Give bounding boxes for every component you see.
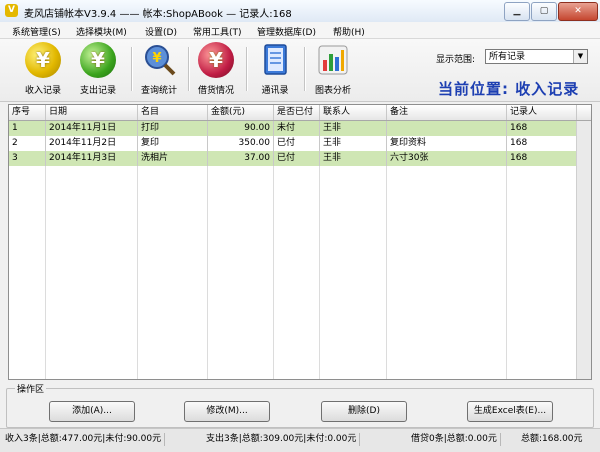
window-title: 麦风店铺帐本V3.9.4 —— 帐本:ShopABook — 记录人:168 bbox=[24, 9, 292, 20]
expense-record-button[interactable]: ¥ 支出记录 bbox=[71, 41, 125, 97]
status-bar: 收入3条|总额:477.00元|未付:90.00元 支出3条|总额:309.00… bbox=[0, 428, 600, 452]
cell-amount: 350.00 bbox=[208, 136, 274, 151]
operations-title: 操作区 bbox=[15, 382, 47, 395]
toolbar: ¥ 收入记录 ¥ 支出记录 ¥ 查询统计 ¥ 借货情况 通讯录 图表分析 显示范… bbox=[0, 39, 600, 102]
column-header[interactable]: 金额(元) bbox=[208, 105, 274, 120]
grid-line bbox=[506, 166, 507, 379]
bar-chart-icon bbox=[315, 42, 351, 78]
cell-index: 3 bbox=[9, 151, 46, 166]
column-header[interactable]: 备注 bbox=[387, 105, 507, 120]
cell-note: 六寸30张 bbox=[387, 151, 507, 166]
expense-record-label: 支出记录 bbox=[79, 86, 116, 96]
vertical-scrollbar[interactable] bbox=[576, 121, 591, 379]
title-bar: V 麦风店铺帐本V3.9.4 —— 帐本:ShopABook — 记录人:168… bbox=[0, 0, 600, 23]
column-header[interactable]: 序号 bbox=[9, 105, 46, 120]
cell-note: 复印资料 bbox=[387, 136, 507, 151]
chart-analysis-label: 图表分析 bbox=[314, 86, 351, 96]
cell-note bbox=[387, 121, 507, 136]
column-header[interactable]: 是否已付 bbox=[274, 105, 320, 120]
range-label: 显示范围: bbox=[436, 55, 476, 65]
minimize-button[interactable]: ▁ bbox=[504, 2, 530, 21]
chevron-down-icon[interactable]: ▼ bbox=[573, 50, 587, 63]
close-button[interactable]: ✕ bbox=[558, 2, 598, 21]
status-income: 收入3条|总额:477.00元|未付:90.00元 bbox=[5, 433, 166, 446]
income-record-button[interactable]: ¥ 收入记录 bbox=[16, 41, 70, 97]
cell-paid: 已付 bbox=[274, 151, 320, 166]
loan-status-button[interactable]: ¥ 借货情况 bbox=[189, 41, 243, 97]
yen-coin-green-icon: ¥ bbox=[80, 42, 116, 78]
cell-date: 2014年11月2日 bbox=[46, 136, 138, 151]
grid-line bbox=[45, 166, 46, 379]
table-row[interactable]: 1 2014年11月1日 打印 90.00 未付 王非 168 bbox=[9, 121, 591, 136]
magnifier-report-icon: ¥ bbox=[141, 42, 177, 78]
cell-paid: 未付 bbox=[274, 121, 320, 136]
cell-index: 1 bbox=[9, 121, 46, 136]
table-row[interactable]: 2 2014年11月2日 复印 350.00 已付 王非 复印资料 168 bbox=[9, 136, 591, 151]
cell-recorder: 168 bbox=[507, 121, 577, 136]
grid-line bbox=[137, 166, 138, 379]
menu-module[interactable]: 选择模块(M) bbox=[76, 25, 127, 38]
query-stats-button[interactable]: ¥ 查询统计 bbox=[132, 41, 186, 97]
cell-amount: 37.00 bbox=[208, 151, 274, 166]
column-header[interactable]: 日期 bbox=[46, 105, 138, 120]
cell-item: 洗相片 bbox=[138, 151, 208, 166]
add-button[interactable]: 添加(A)... bbox=[49, 401, 135, 422]
current-location: 当前位置: 收入记录 bbox=[438, 80, 580, 98]
svg-text:¥: ¥ bbox=[152, 51, 161, 66]
delete-button[interactable]: 删除(D) bbox=[321, 401, 407, 422]
grid-line bbox=[207, 166, 208, 379]
range-select[interactable]: 所有记录 ▼ bbox=[485, 49, 588, 64]
column-header[interactable]: 联系人 bbox=[320, 105, 387, 120]
app-logo-icon: V bbox=[5, 4, 18, 17]
cell-paid: 已付 bbox=[274, 136, 320, 151]
cell-contact: 王非 bbox=[320, 136, 387, 151]
loan-status-label: 借货情况 bbox=[197, 86, 234, 96]
menu-database[interactable]: 管理数据库(D) bbox=[257, 25, 316, 38]
yen-exchange-icon: ¥ bbox=[198, 42, 234, 78]
cell-recorder: 168 bbox=[507, 136, 577, 151]
chart-analysis-button[interactable]: 图表分析 bbox=[306, 41, 360, 97]
grid-line bbox=[319, 166, 320, 379]
menu-system[interactable]: 系统管理(S) bbox=[12, 25, 61, 38]
cell-recorder: 168 bbox=[507, 151, 577, 166]
cell-index: 2 bbox=[9, 136, 46, 151]
status-total: 总额:168.00元 bbox=[521, 434, 583, 444]
menu-help[interactable]: 帮助(H) bbox=[333, 25, 365, 38]
grid-line bbox=[273, 166, 274, 379]
column-header[interactable]: 名目 bbox=[138, 105, 208, 120]
operations-panel: 操作区 添加(A)... 修改(M)... 删除(D) 生成Excel表(E).… bbox=[6, 382, 594, 428]
edit-button[interactable]: 修改(M)... bbox=[184, 401, 270, 422]
table-header: 序号 日期 名目 金额(元) 是否已付 联系人 备注 记录人 bbox=[9, 105, 591, 121]
yen-coin-arrow-icon: ¥ bbox=[25, 42, 61, 78]
cell-item: 复印 bbox=[138, 136, 208, 151]
menu-bar: 系统管理(S) 选择模块(M) 设置(D) 常用工具(T) 管理数据库(D) 帮… bbox=[0, 22, 600, 39]
column-header[interactable]: 记录人 bbox=[507, 105, 577, 120]
cell-item: 打印 bbox=[138, 121, 208, 136]
cell-amount: 90.00 bbox=[208, 121, 274, 136]
contacts-label: 通讯录 bbox=[261, 86, 289, 96]
range-select-value: 所有记录 bbox=[489, 52, 526, 62]
income-record-label: 收入记录 bbox=[24, 86, 61, 96]
records-table[interactable]: 序号 日期 名目 金额(元) 是否已付 联系人 备注 记录人 1 2014年11… bbox=[8, 104, 592, 380]
contacts-button[interactable]: 通讯录 bbox=[248, 41, 302, 97]
maximize-button[interactable]: ▢ bbox=[531, 2, 557, 21]
table-row[interactable]: 3 2014年11月3日 洗相片 37.00 已付 王非 六寸30张 168 bbox=[9, 151, 591, 166]
menu-settings[interactable]: 设置(D) bbox=[145, 25, 177, 38]
cell-contact: 王非 bbox=[320, 151, 387, 166]
export-excel-button[interactable]: 生成Excel表(E)... bbox=[467, 401, 553, 422]
status-loan: 借贷0条|总额:0.00元 bbox=[411, 433, 501, 446]
cell-date: 2014年11月1日 bbox=[46, 121, 138, 136]
grid-line bbox=[386, 166, 387, 379]
status-expense: 支出3条|总额:309.00元|未付:0.00元 bbox=[206, 433, 361, 446]
menu-tools[interactable]: 常用工具(T) bbox=[193, 25, 242, 38]
address-book-icon bbox=[257, 42, 293, 78]
cell-date: 2014年11月3日 bbox=[46, 151, 138, 166]
cell-contact: 王非 bbox=[320, 121, 387, 136]
query-stats-label: 查询统计 bbox=[140, 86, 177, 96]
